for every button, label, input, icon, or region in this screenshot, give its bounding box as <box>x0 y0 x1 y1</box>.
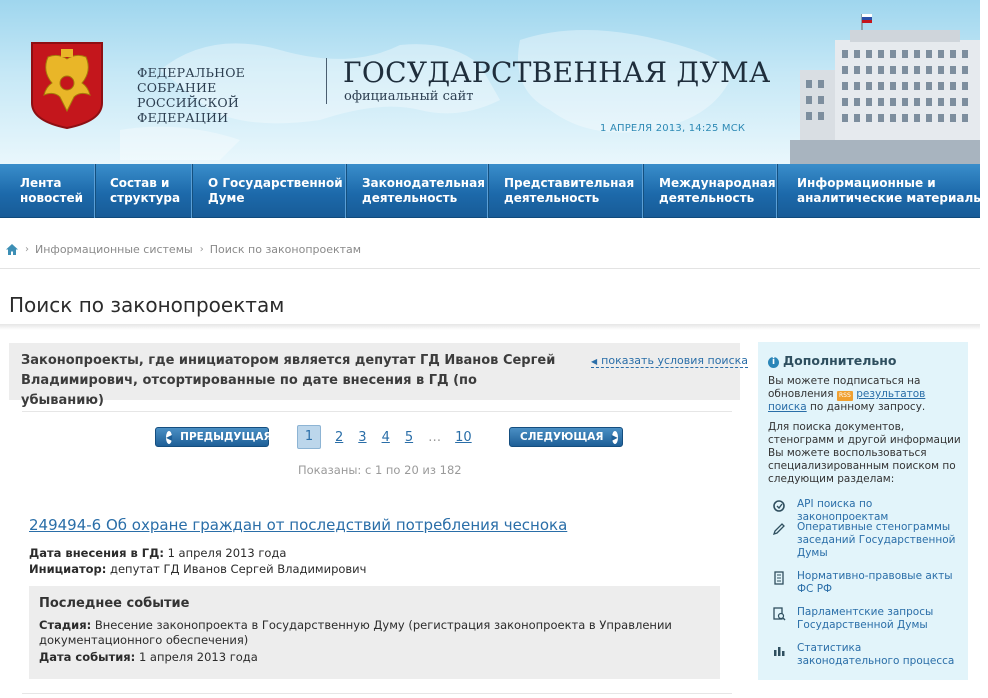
triangle-left-icon: ◀ <box>591 357 598 366</box>
nav-label: Думе <box>208 191 245 205</box>
document-icon <box>774 571 784 585</box>
event-stage: Стадия: Внесение законопроекта в Государ… <box>39 618 699 648</box>
api-search-icon <box>773 500 785 512</box>
header-divider <box>326 58 327 104</box>
sidebar-heading: i Дополнительно <box>768 353 897 368</box>
bill-date-label: Дата внесения в ГД: <box>29 546 164 560</box>
nav-label: Международная <box>659 176 776 190</box>
page-4-link[interactable]: 4 <box>382 430 390 445</box>
nav-item-composition[interactable]: Состав и структура <box>95 164 192 218</box>
nav-label: деятельность <box>659 191 755 205</box>
nav-label: О Государственной <box>208 176 343 190</box>
specialized-search-text: Для поиска документов, стенограмм и друг… <box>768 421 961 485</box>
russian-coat-of-arms-logo[interactable] <box>30 41 104 129</box>
show-conditions-label: показать условия поиска <box>601 354 749 367</box>
event-stage-value: Внесение законопроекта в Государственную… <box>39 618 672 647</box>
event-date: Дата события: 1 апреля 2013 года <box>39 650 258 664</box>
page-2-link[interactable]: 2 <box>335 430 343 445</box>
results-count: Показаны: с 1 по 20 из 182 <box>298 463 462 477</box>
next-page-button[interactable]: СЛЕДУЮЩАЯ ▶ <box>509 427 623 447</box>
event-stage-label: Стадия: <box>39 618 92 632</box>
site-header: ФЕДЕРАЛЬНОЕ СОБРАНИЕ РОССИЙСКОЙ ФЕДЕРАЦИ… <box>0 0 980 164</box>
fed-line-1: ФЕДЕРАЛЬНОЕ СОБРАНИЕ <box>137 65 245 95</box>
page-5-link[interactable]: 5 <box>405 430 413 445</box>
sidebar-link-label: Статистика законодательного процесса <box>797 642 955 667</box>
nav-label: деятельность <box>362 191 458 205</box>
event-date-value: 1 апреля 2013 года <box>138 650 258 664</box>
previous-label: ПРЕДЫДУЩАЯ <box>180 431 272 443</box>
page-numbers: 1 2 3 4 5 … 10 <box>297 425 487 449</box>
nav-label: Лента <box>20 176 62 190</box>
page-title: Поиск по законопроектам <box>9 293 285 317</box>
divider <box>0 268 980 269</box>
sidebar-link-label: Нормативно-правовые акты ФС РФ <box>797 570 953 595</box>
bar-chart-icon <box>774 647 785 656</box>
breadcrumb-separator: › <box>199 244 204 255</box>
nav-label: новостей <box>20 191 83 205</box>
nav-label: Состав и <box>110 176 170 190</box>
search-summary-text: Законопроекты, где инициатором является … <box>21 353 556 408</box>
breadcrumb-item-bill-search: Поиск по законопроектам <box>209 243 362 256</box>
nav-label: Законодательная <box>362 176 485 190</box>
info-icon: i <box>768 357 779 368</box>
page-1-current[interactable]: 1 <box>297 425 321 449</box>
home-icon[interactable] <box>6 244 18 255</box>
breadcrumb-item-info-systems[interactable]: Информационные системы <box>35 243 193 256</box>
pen-icon <box>772 523 785 536</box>
main-navigation: Лента новостей Состав и структура О Госу… <box>0 164 985 218</box>
search-summary: Законопроекты, где инициатором является … <box>9 343 749 408</box>
federal-assembly-label: ФЕДЕРАЛЬНОЕ СОБРАНИЕ РОССИЙСКОЙ ФЕДЕРАЦИ… <box>137 65 317 125</box>
nav-label: Информационные и <box>797 176 936 190</box>
nav-item-international[interactable]: Международная деятельность <box>643 164 777 218</box>
sidebar-link-label: Парламентские запросы Государственной Ду… <box>797 606 934 631</box>
nav-item-about-duma[interactable]: О Государственной Думе <box>192 164 346 218</box>
bill-initiator: Инициатор: депутат ГД Иванов Сергей Влад… <box>29 562 366 576</box>
arrow-left-icon: ◀ <box>166 430 173 444</box>
nav-item-news-feed[interactable]: Лента новостей <box>0 164 95 218</box>
bill-date: Дата внесения в ГД: 1 апреля 2013 года <box>29 546 286 560</box>
document-search-icon <box>773 607 786 621</box>
divider <box>22 411 732 412</box>
bill-initiator-value: депутат ГД Иванов Сергей Владимирович <box>110 562 367 576</box>
last-event-heading: Последнее событие <box>39 596 190 611</box>
nav-item-legislative[interactable]: Законодательная деятельность <box>346 164 488 218</box>
last-event-box: Последнее событие Стадия: Внесение закон… <box>29 586 720 679</box>
next-label: СЛЕДУЮЩАЯ <box>520 431 604 443</box>
page-10-link[interactable]: 10 <box>455 430 472 445</box>
site-subtitle: официальный сайт <box>344 89 474 104</box>
previous-page-button[interactable]: ◀ ПРЕДЫДУЩАЯ <box>155 427 272 447</box>
rss-icon: RSS <box>836 391 853 401</box>
site-title[interactable]: ГОСУДАРСТВЕННАЯ ДУМА <box>343 56 771 89</box>
sidebar-heading-text: Дополнительно <box>783 353 897 368</box>
title-divider <box>0 324 980 330</box>
arrow-right-icon: ▶ <box>611 430 618 444</box>
nav-label: структура <box>110 191 181 205</box>
nav-label: аналитические материалы <box>797 191 985 205</box>
subscribe-text: Вы можете подписаться на обновления RSS … <box>768 375 963 414</box>
nav-item-representative[interactable]: Представительная деятельность <box>488 164 643 218</box>
event-date-label: Дата события: <box>39 650 136 664</box>
bill-title-link[interactable]: 249494-6 Об охране граждан от последстви… <box>29 516 567 534</box>
breadcrumb-separator: › <box>25 244 29 255</box>
show-conditions-link[interactable]: ◀ показать условия поиска <box>591 354 749 368</box>
breadcrumb: › Информационные системы › Поиск по зако… <box>6 243 361 256</box>
bill-initiator-label: Инициатор: <box>29 562 107 576</box>
bill-date-value: 1 апреля 2013 года <box>167 546 287 560</box>
divider <box>22 693 732 694</box>
duma-building-image <box>790 14 980 164</box>
sidebar-additional: i Дополнительно Вы можете подписаться на … <box>758 342 968 680</box>
pagination-ellipsis: … <box>428 429 442 445</box>
page-3-link[interactable]: 3 <box>358 430 366 445</box>
current-datetime: 1 АПРЕЛЯ 2013, 14:25 МСК <box>600 123 746 134</box>
nav-item-information-materials[interactable]: Информационные и аналитические материалы <box>777 164 985 218</box>
nav-label: деятельность <box>504 191 600 205</box>
nav-label: Представительная <box>504 176 635 190</box>
fed-line-2: РОССИЙСКОЙ ФЕДЕРАЦИИ <box>137 95 239 125</box>
subscribe-text-after: по данному запросу. <box>810 401 926 413</box>
sidebar-link-label: Оперативные стенограммы заседаний Госуда… <box>797 521 956 559</box>
